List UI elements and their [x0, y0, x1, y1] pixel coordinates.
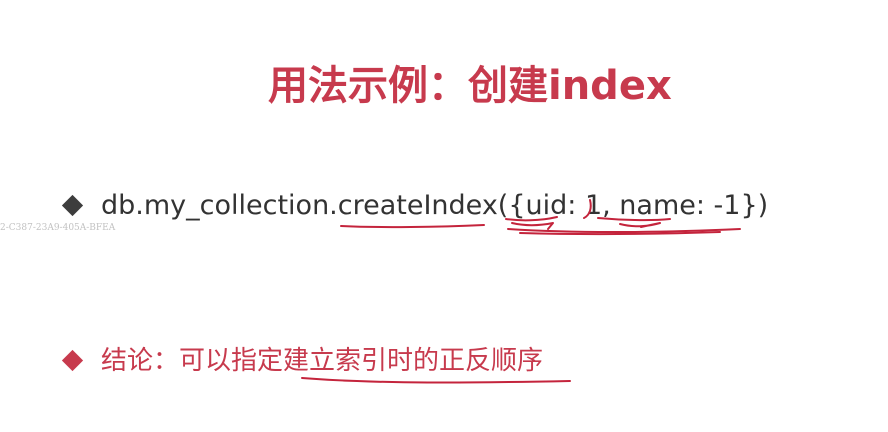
watermark-text: 2-C387-23A9-405A-BFEA [0, 223, 116, 233]
diamond-bullet-icon [61, 349, 84, 372]
slide-title: 用法示例：创建index [268, 63, 672, 109]
diamond-bullet-icon [61, 194, 84, 217]
underline-stroke-create-index [340, 224, 485, 229]
code-example-text: db.my_collection.createIndex({uid: 1, na… [101, 190, 769, 221]
underline-stroke-long-2 [519, 231, 721, 236]
underline-stroke-long [507, 228, 741, 233]
conclusion-text: 结论：可以指定建立索引时的正反顺序 [101, 346, 544, 376]
